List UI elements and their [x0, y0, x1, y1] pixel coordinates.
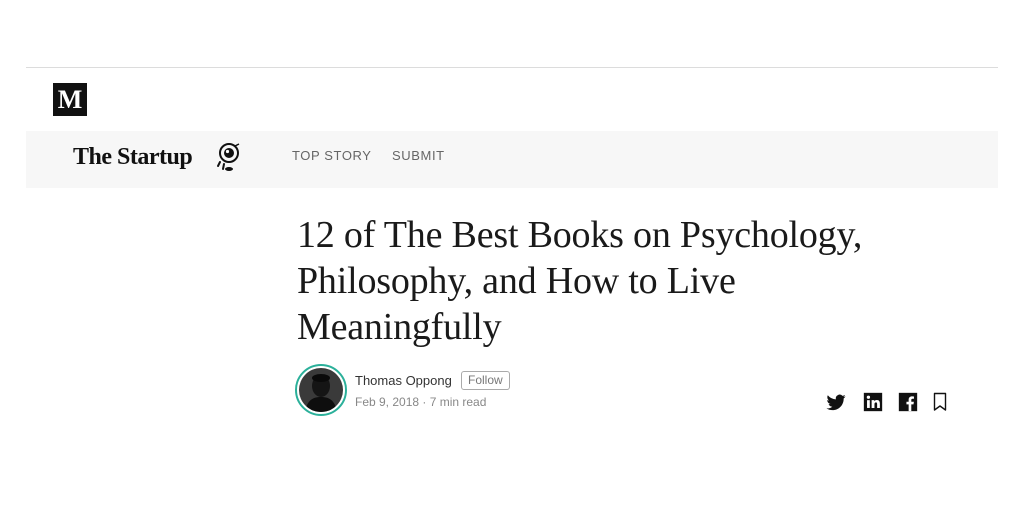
twitter-icon[interactable]	[825, 391, 847, 413]
author-avatar	[299, 368, 343, 412]
linkedin-icon[interactable]	[862, 391, 884, 413]
article-title: 12 of The Best Books on Psychology, Phil…	[297, 214, 863, 348]
medium-logo[interactable]: M	[53, 83, 87, 116]
nav-submit[interactable]: SUBMIT	[392, 148, 445, 164]
author-avatar-ring[interactable]	[295, 364, 347, 416]
publication-logo-icon[interactable]	[215, 142, 241, 172]
publication-name[interactable]: The Startup	[73, 143, 193, 171]
bookmark-icon[interactable]	[932, 391, 948, 413]
publication-bar: The Startup TOP STORY SUBMIT	[26, 131, 998, 188]
facebook-icon[interactable]	[897, 391, 919, 413]
medium-logo-letter: M	[57, 84, 83, 114]
author-name[interactable]: Thomas Oppong	[355, 373, 452, 389]
article-meta: Feb 9, 2018 · 7 min read	[355, 395, 487, 409]
follow-button[interactable]: Follow	[461, 371, 510, 390]
top-divider	[26, 67, 998, 68]
nav-top-story[interactable]: TOP STORY	[292, 148, 372, 164]
